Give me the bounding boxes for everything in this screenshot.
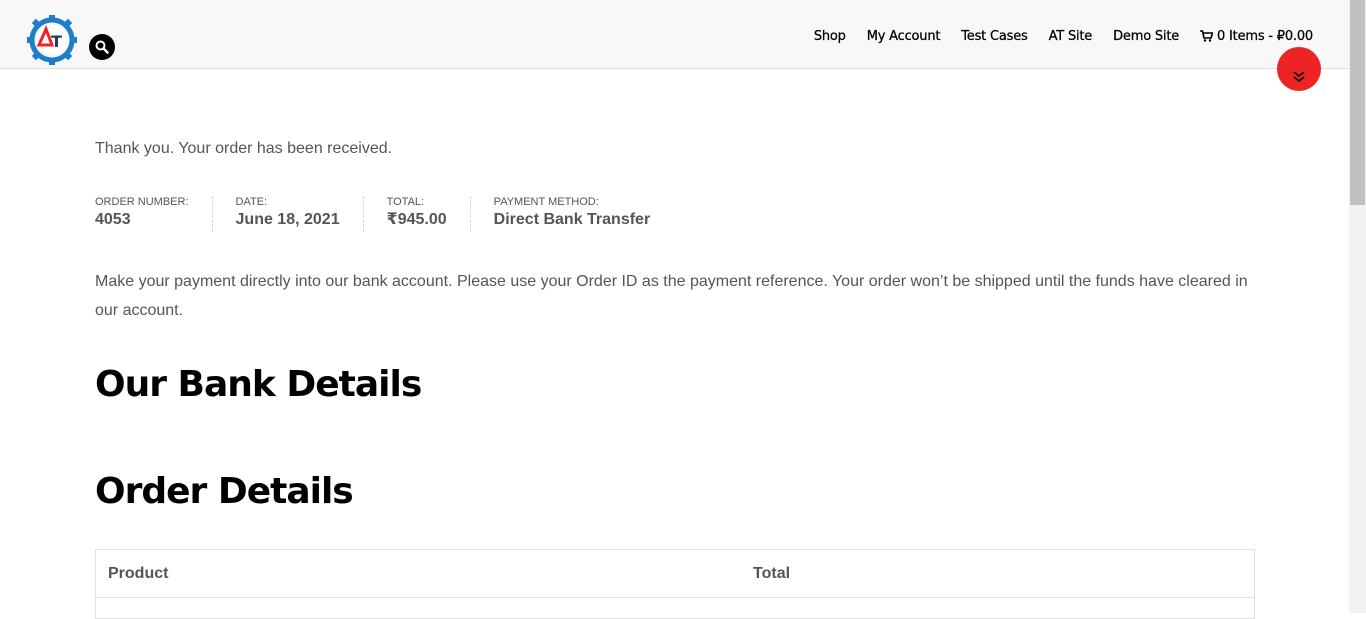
order-total-value: ₹945.00 [386, 211, 447, 228]
cart-label: 0 Items - ₽0.00 [1217, 28, 1313, 44]
order-overview: ORDER NUMBER: 4053 DATE: June 18, 2021 T… [95, 196, 673, 232]
scroll-down-button[interactable] [1277, 47, 1321, 91]
search-icon [95, 40, 109, 54]
order-date: DATE: June 18, 2021 [213, 196, 364, 232]
column-header-product: Product [108, 564, 169, 582]
order-total-label: TOTAL: [386, 196, 425, 208]
column-header-total: Total [753, 564, 791, 582]
payment-method-label: PAYMENT METHOD: [493, 196, 599, 208]
logo-text: T [51, 32, 62, 51]
order-details-heading: Order Details [95, 471, 354, 512]
order-details-table: Product Total [95, 549, 1255, 619]
table-header-row: Product Total [96, 550, 1254, 598]
page-scrollbar[interactable] [1349, 0, 1366, 613]
nav-test-cases[interactable]: Test Cases [961, 28, 1028, 43]
bank-details-heading: Our Bank Details [95, 364, 422, 405]
nav-my-account[interactable]: My Account [867, 28, 941, 43]
payment-method: PAYMENT METHOD: Direct Bank Transfer [471, 196, 674, 232]
site-logo[interactable]: T [27, 13, 81, 67]
cart-icon [1200, 30, 1214, 42]
cart-link[interactable]: 0 Items - ₽0.00 [1200, 28, 1313, 44]
nav-at-site[interactable]: AT Site [1048, 28, 1092, 43]
double-chevron-down-icon [1293, 71, 1305, 83]
site-header: T Shop My Account Test Cases AT Site Dem… [0, 0, 1349, 69]
order-date-label: DATE: [235, 196, 268, 208]
order-number-label: ORDER NUMBER: [95, 196, 189, 208]
main-nav: Shop My Account Test Cases AT Site Demo … [814, 26, 1314, 46]
payment-method-value: Direct Bank Transfer [493, 211, 651, 228]
nav-shop[interactable]: Shop [814, 28, 846, 43]
order-number-value: 4053 [95, 211, 131, 228]
scrollbar-thumb[interactable] [1350, 0, 1365, 205]
thankyou-message: Thank you. Your order has been received. [95, 140, 393, 157]
order-number: ORDER NUMBER: 4053 [95, 196, 213, 232]
nav-demo-site[interactable]: Demo Site [1113, 28, 1179, 43]
order-date-value: June 18, 2021 [235, 211, 340, 228]
order-total: TOTAL: ₹945.00 [364, 196, 471, 232]
payment-instructions: Make your payment directly into our bank… [95, 273, 1248, 319]
search-button[interactable] [89, 34, 115, 60]
